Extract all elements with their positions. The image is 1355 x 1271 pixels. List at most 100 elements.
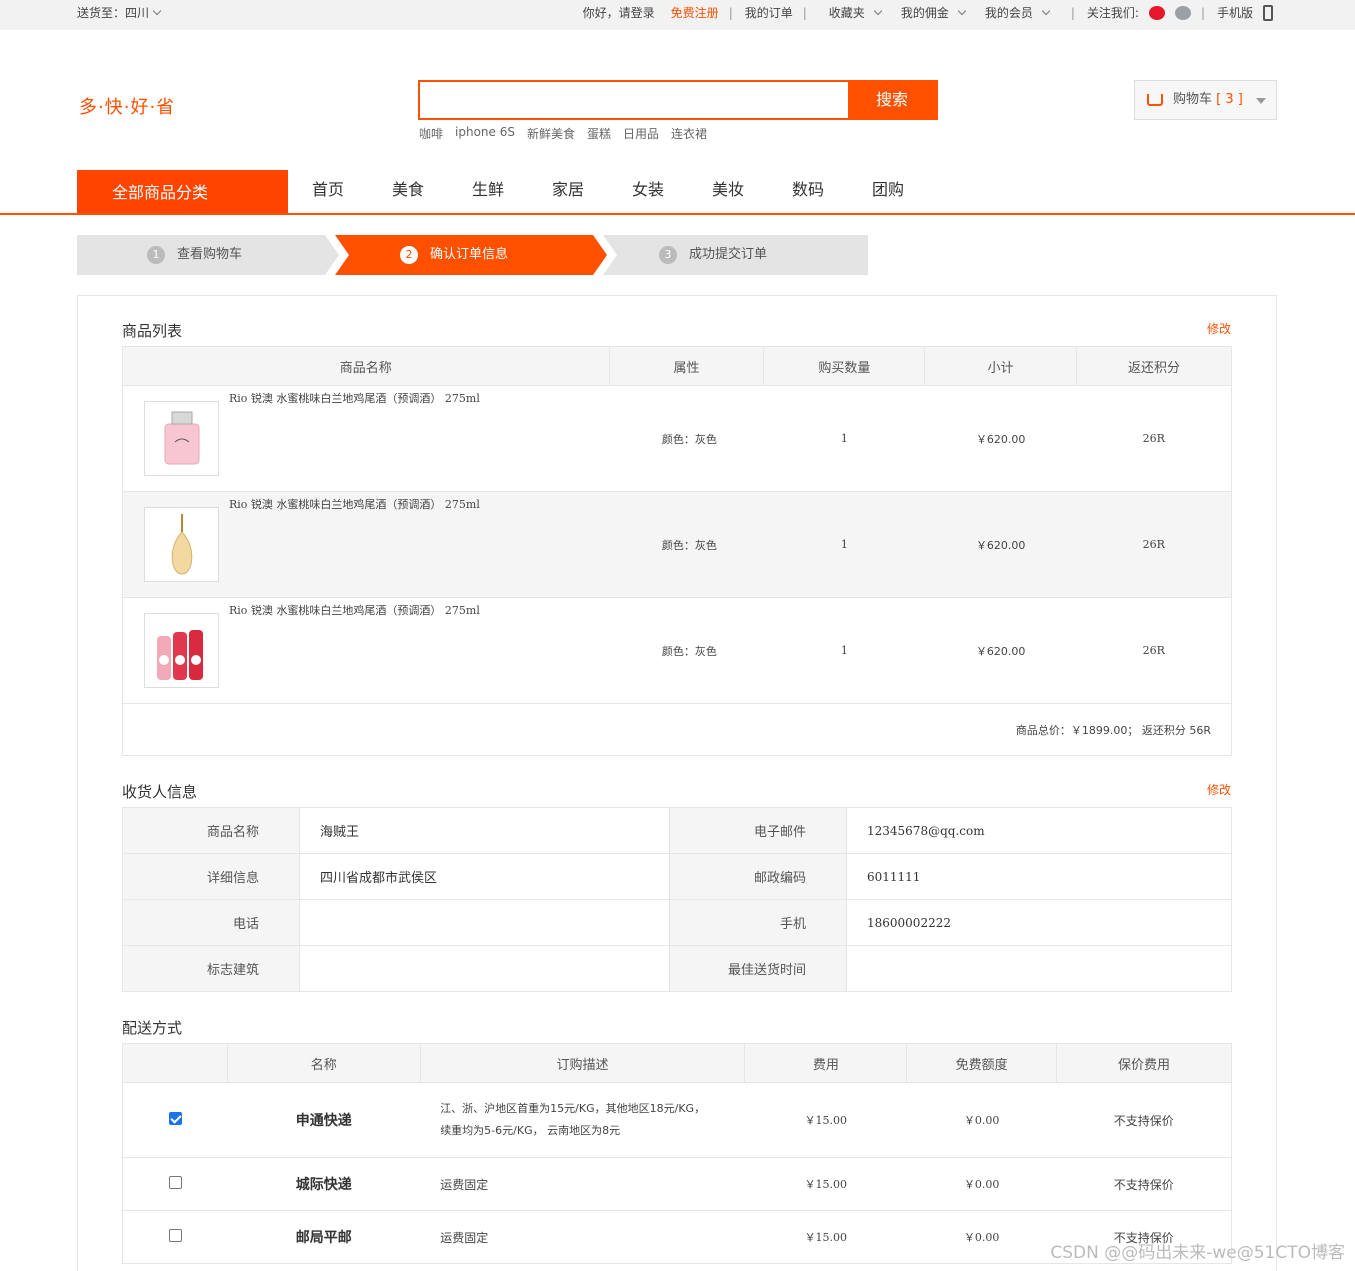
product-name[interactable]: Rio 锐澳 水蜜桃味白兰地鸡尾酒（预调酒） 275ml [229,602,480,618]
step-label: 确认订单信息 [430,247,509,262]
field-label: 商品名称 [122,807,300,854]
product-subtotal: ￥620.00 [924,597,1077,704]
commission-label: 我的佣金 [900,6,949,20]
top-links: 你好，请登录 免费注册 | 我的订单 | 收藏夹 我的佣金 我的会员 | 关注我… [573,0,1273,26]
shipping-name: 邮局平邮 [227,1210,421,1264]
register-link[interactable]: 免费注册 [671,0,719,26]
nav-item-women[interactable]: 女装 [608,170,688,210]
hot-words: 咖啡 iphone 6S 新鲜美食 蛋糕 日用品 连衣裙 [419,125,719,142]
nav-item-home[interactable]: 首页 [288,170,368,210]
nav-item-fresh[interactable]: 生鲜 [448,170,528,210]
shipping-fee: ￥15.00 [744,1157,907,1211]
table-row: 申通快递 江、浙、沪地区首重为15元/KG，其他地区18元/KG， 续重均为5-… [122,1082,1232,1158]
receiver-table: 商品名称 海贼王 电子邮件 12345678@qq.com 详细信息 四川省成都… [122,807,1232,992]
field-label: 标志建筑 [122,945,300,992]
chevron-down-icon [1041,6,1051,16]
field-label: 手机 [669,899,847,946]
product-subtotal: ￥620.00 [924,491,1077,598]
favorites-label: 收藏夹 [828,6,865,20]
delivery-title: 配送方式 [122,1019,183,1037]
shipping-name: 申通快递 [227,1082,421,1158]
logo[interactable]: 多·快·好·省 [79,93,175,119]
table-row: 商品名称 海贼王 电子邮件 12345678@qq.com [122,807,1232,854]
favorites-link[interactable]: 收藏夹 [819,0,883,26]
product-thumbnail[interactable] [144,401,219,476]
shipping-checkbox[interactable] [168,1229,182,1242]
col-header: 购买数量 [763,346,926,386]
my-orders-link[interactable]: 我的订单 [745,0,793,26]
all-categories-button[interactable]: 全部商品分类 [77,170,288,213]
shipping-checkbox[interactable] [168,1176,182,1189]
product-attr: 颜色：灰色 [609,491,764,598]
mobile-link[interactable]: 手机版 [1217,0,1253,26]
cart-text: 购物车 [1173,92,1213,107]
main-nav: 全部商品分类 首页 美食 生鲜 家居 女装 美妆 数码 团购 [0,170,1355,215]
product-qty: 1 [763,491,925,598]
chevron-down-icon [152,6,162,16]
product-name[interactable]: Rio 锐澳 水蜜桃味白兰地鸡尾酒（预调酒） 275ml [229,390,480,406]
product-table: 商品名称 属性 购买数量 小计 返还积分 Rio 锐澳 水蜜桃味白兰地鸡尾酒（预… [122,346,1232,756]
search-input[interactable] [420,82,848,118]
field-label: 详细信息 [122,853,300,900]
product-thumbnail[interactable] [144,613,219,688]
hot-word[interactable]: 新鲜美食 [527,125,575,142]
hot-word[interactable]: 日用品 [623,125,659,142]
product-qty: 1 [763,597,925,704]
shipping-checkbox[interactable] [168,1112,182,1125]
col-header: 保价费用 [1056,1043,1232,1083]
desc-line: 续重均为5-6元/KG， 云南地区为8元 [440,1124,621,1137]
product-name[interactable]: Rio 锐澳 水蜜桃味白兰地鸡尾酒（预调酒） 275ml [229,496,480,512]
shipping-insure: 不支持保价 [1056,1157,1232,1211]
phone-icon[interactable] [1263,5,1273,21]
shipping-insure: 不支持保价 [1056,1082,1232,1158]
product-thumbnail[interactable] [144,507,219,582]
edit-products-link[interactable]: 修改 [1207,320,1231,337]
product-attr: 颜色：灰色 [609,385,764,492]
search-button[interactable]: 搜索 [848,82,936,118]
col-header [122,1043,228,1083]
commission-link[interactable]: 我的佣金 [891,0,967,26]
deliver-to[interactable]: 送货至：四川 [77,0,162,26]
step-3: 3 成功提交订单 [659,235,767,275]
shipping-desc: 江、浙、沪地区首重为15元/KG，其他地区18元/KG， 续重均为5-6元/KG… [420,1082,745,1158]
field-value: 18600002222 [846,899,1232,946]
bottles-image [157,630,203,680]
col-header: 费用 [744,1043,908,1083]
wechat-icon[interactable] [1174,6,1191,20]
edit-receiver-link[interactable]: 修改 [1207,781,1231,798]
cart-button[interactable]: 购物车 [ 3 ] [1134,80,1277,120]
hot-word[interactable]: 蛋糕 [587,125,611,142]
table-row: 详细信息 四川省成都市武侯区 邮政编码 6011111 [122,853,1232,900]
search-bar: 搜索 [418,80,938,120]
cart-label: 购物车 [ 3 ] [1173,81,1243,119]
col-header: 属性 [608,346,765,386]
weibo-icon[interactable] [1148,6,1165,20]
divider: | [802,6,807,20]
membership-link[interactable]: 我的会员 [975,0,1051,26]
hot-word[interactable]: iphone 6S [455,125,515,142]
nav-item-food[interactable]: 美食 [368,170,448,210]
col-header: 商品名称 [122,346,610,386]
membership-label: 我的会员 [984,6,1033,20]
shipping-name: 城际快递 [227,1157,421,1211]
field-value: 12345678@qq.com [846,807,1232,854]
col-header: 订购描述 [419,1043,746,1083]
nav-item-beauty[interactable]: 美妆 [688,170,768,210]
product-cell: Rio 锐澳 水蜜桃味白兰地鸡尾酒（预调酒） 275ml [122,491,610,598]
watermark: CSDN @@码出未来-we@51CTO博客 [1050,1243,1345,1263]
nav-item-group-buy[interactable]: 团购 [848,170,928,210]
shipping-free-quota: ￥0.00 [906,1210,1057,1264]
nav-item-digital[interactable]: 数码 [768,170,848,210]
col-header: 小计 [924,346,1078,386]
step-label: 查看购物车 [177,247,243,262]
product-attr: 颜色：灰色 [609,597,764,704]
shipping-fee: ￥15.00 [744,1082,907,1158]
hot-word[interactable]: 连衣裙 [671,125,707,142]
nav-item-home-living[interactable]: 家居 [528,170,608,210]
hot-word[interactable]: 咖啡 [419,125,443,142]
login-link[interactable]: 你好，请登录 [583,0,655,26]
step-number: 3 [659,246,677,264]
shipping-free-quota: ￥0.00 [906,1082,1057,1158]
table-row: 电话 手机 18600002222 [122,899,1232,946]
step-2: 2 确认订单信息 [400,235,508,275]
